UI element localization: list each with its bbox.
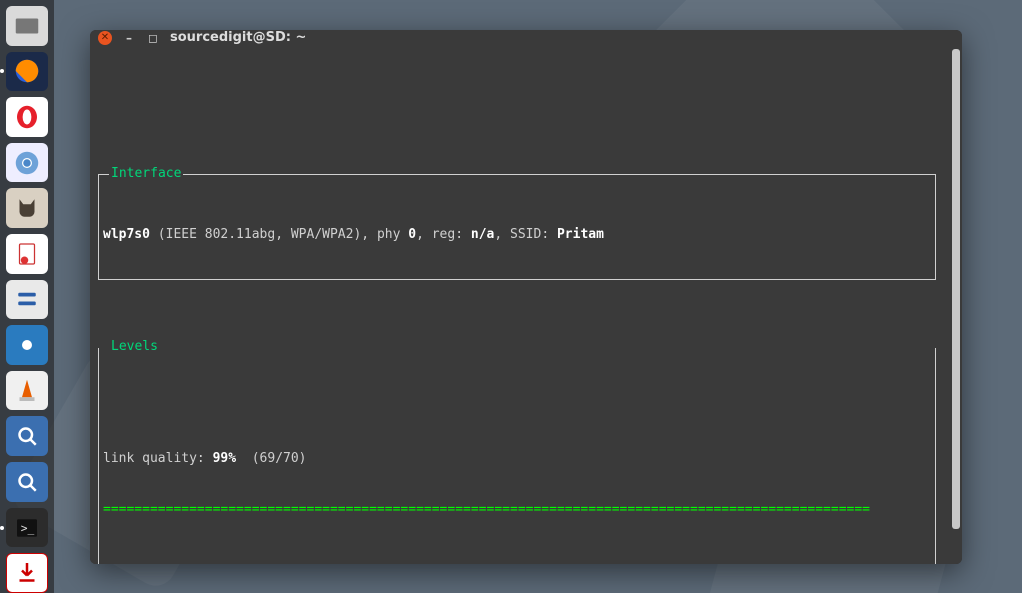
section-interface: Interface wlp7s0 (IEEE 802.11abg, WPA/WP… [98,174,936,280]
dock-item-lens-1[interactable] [6,416,48,456]
interface-desc-ssid: , SSID: [494,227,557,242]
interface-name: wlp7s0 [103,227,150,242]
dock-item-vlc[interactable] [6,371,48,411]
section-levels: Levels link quality: 99% (69/70) =======… [98,348,936,564]
interface-ssid: Pritam [557,227,604,242]
dock-item-notes[interactable] [6,234,48,274]
dock-item-app-cat[interactable] [6,188,48,228]
dock-item-firefox[interactable] [6,52,48,92]
dock-item-download[interactable] [6,553,48,593]
dock-item-files[interactable] [6,6,48,46]
interface-phy: 0 [408,227,416,242]
terminal-body[interactable]: Interface wlp7s0 (IEEE 802.11abg, WPA/WP… [90,45,962,564]
dock-item-opera[interactable] [6,97,48,137]
svg-text:>_: >_ [21,521,35,534]
terminal-window: ✕ – ◻ sourcedigit@SD: ~ Interface wlp7s0… [90,30,962,564]
dock-item-lens-2[interactable] [6,462,48,502]
dock-item-chromium[interactable] [6,143,48,183]
link-quality-label: link quality: [103,451,213,466]
interface-desc-mid: , reg: [416,227,471,242]
interface-desc-pre: (IEEE 802.11abg, WPA/WPA2), phy [150,227,408,242]
launcher-dock: >_ [0,0,54,593]
dock-item-settings[interactable] [6,280,48,320]
section-title-interface: Interface [109,165,183,182]
interface-reg: n/a [471,227,494,242]
section-title-levels: Levels [109,338,160,355]
titlebar[interactable]: ✕ – ◻ sourcedigit@SD: ~ [90,30,962,45]
close-icon[interactable]: ✕ [98,31,112,45]
link-quality-extra: (69/70) [236,451,306,466]
minimize-icon[interactable]: – [122,31,136,45]
dock-item-terminal[interactable]: >_ [6,508,48,548]
link-quality-value: 99% [213,451,236,466]
maximize-icon[interactable]: ◻ [146,31,160,45]
scrollbar[interactable] [952,49,960,529]
link-quality-bar: ========================================… [103,501,931,518]
window-title: sourcedigit@SD: ~ [170,30,306,45]
dock-item-indicator[interactable] [6,325,48,365]
